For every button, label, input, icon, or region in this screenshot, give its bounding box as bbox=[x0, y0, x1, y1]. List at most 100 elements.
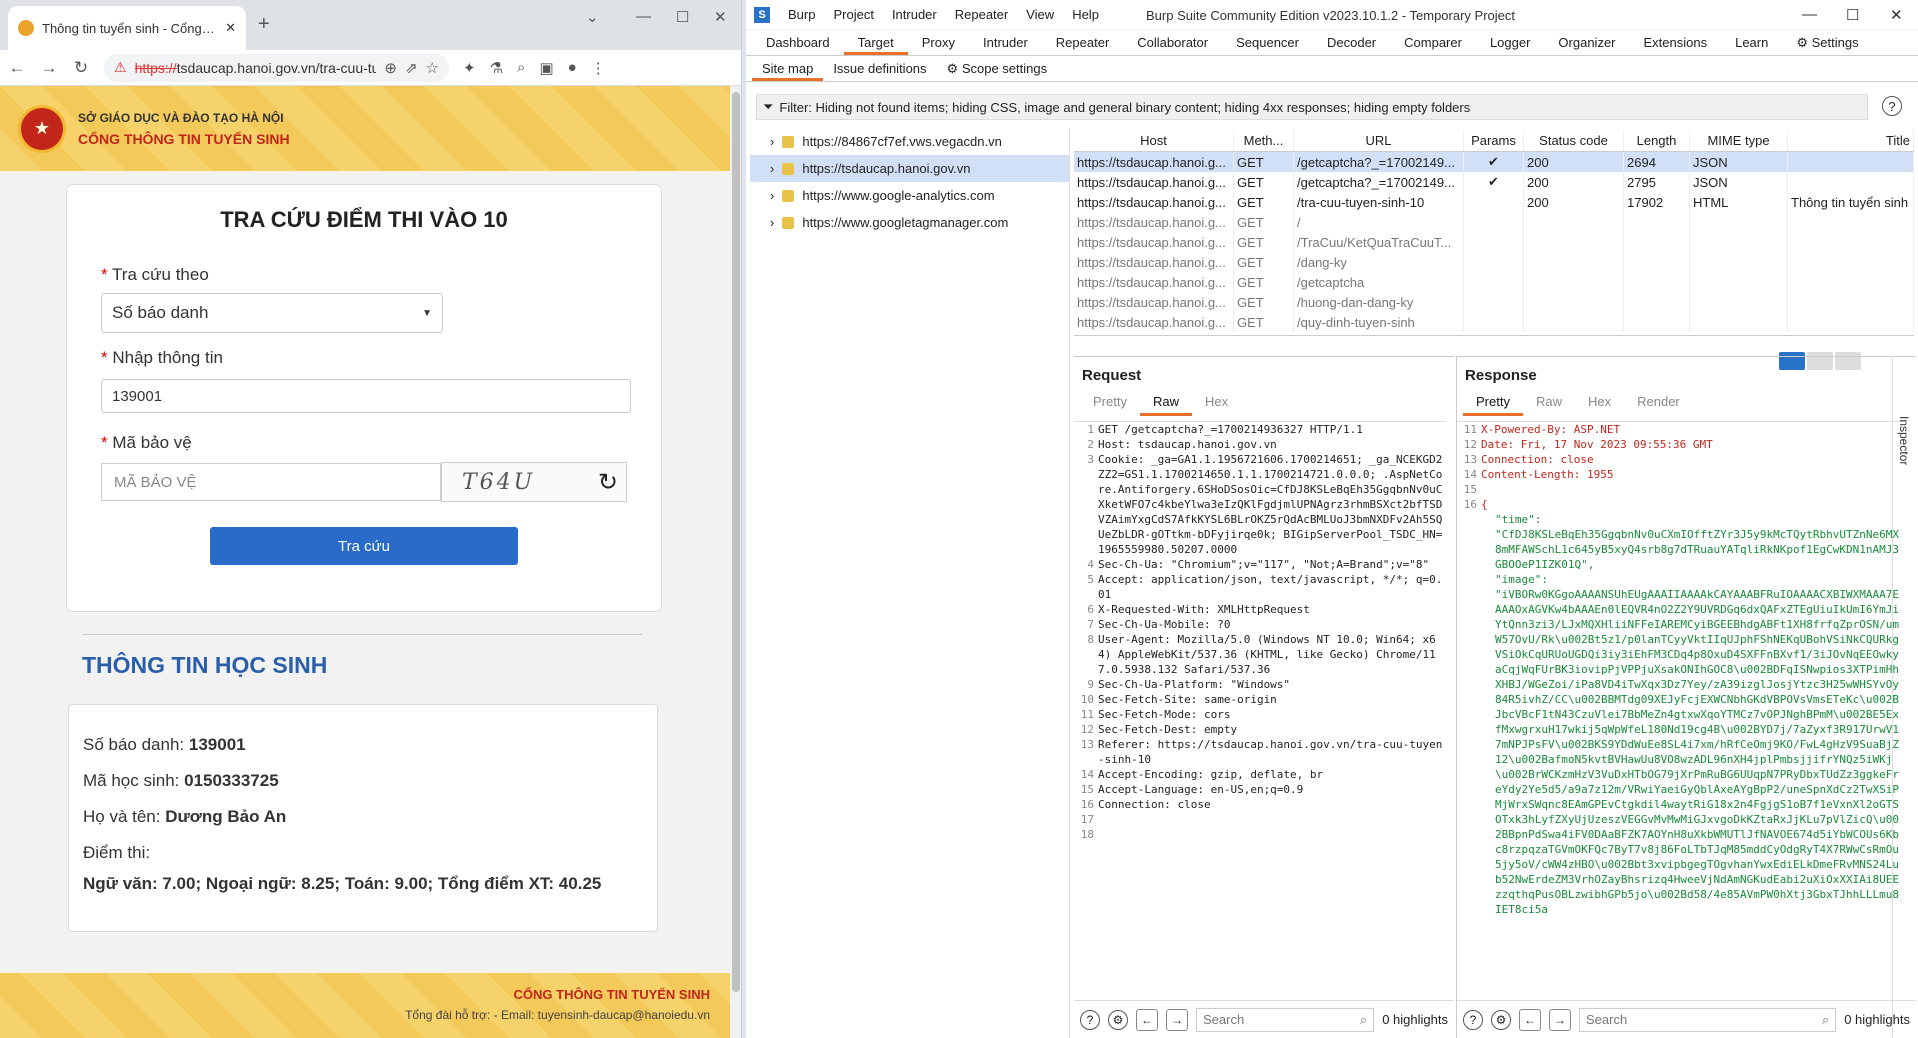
back-icon[interactable]: ← bbox=[8, 58, 26, 78]
back-icon[interactable]: ← bbox=[1519, 1008, 1541, 1031]
zoom-icon[interactable]: ⊕ bbox=[384, 59, 397, 77]
tab-comparer[interactable]: Comparer bbox=[1390, 30, 1476, 55]
tab-raw[interactable]: Raw bbox=[1139, 394, 1192, 416]
address-bar[interactable]: ⚠ https://tsdaucap.hanoi.gov.vn/tra-cuu-… bbox=[104, 53, 449, 82]
not-secure-icon[interactable]: ⚠ bbox=[114, 59, 127, 76]
menu-project[interactable]: Project bbox=[833, 7, 873, 22]
col-method[interactable]: Meth... bbox=[1234, 130, 1294, 151]
tab-extensions[interactable]: Extensions bbox=[1630, 30, 1722, 55]
help-icon[interactable]: ? bbox=[1882, 96, 1902, 116]
tab-raw[interactable]: Raw bbox=[1523, 394, 1575, 416]
tree-item[interactable]: › https://tsdaucap.hanoi.gov.vn bbox=[750, 155, 1069, 182]
menu-help[interactable]: Help bbox=[1072, 7, 1099, 22]
search-input[interactable]: Search ⌕ bbox=[1579, 1007, 1837, 1032]
menu-intruder[interactable]: Intruder bbox=[892, 7, 937, 22]
line-text: Sec-Fetch-Site: same-origin bbox=[1098, 693, 1277, 706]
bookmark-star-icon[interactable]: ☆ bbox=[426, 59, 439, 77]
close-window-icon[interactable]: ✕ bbox=[714, 8, 727, 26]
tree-item[interactable]: › https://www.google-analytics.com bbox=[750, 182, 1069, 209]
tab-sequencer[interactable]: Sequencer bbox=[1222, 30, 1313, 55]
col-host[interactable]: Host bbox=[1074, 130, 1234, 151]
table-row[interactable]: https://tsdaucap.hanoi.g... GET/quy-dinh-… bbox=[1074, 312, 1914, 332]
tab-pretty[interactable]: Pretty bbox=[1080, 394, 1140, 416]
captcha-input[interactable]: MÃ BẢO VỆ bbox=[101, 463, 441, 501]
minimize-icon[interactable]: — bbox=[1802, 6, 1817, 23]
tree-item[interactable]: › https://www.googletagmanager.com bbox=[750, 209, 1069, 236]
table-cell: https://tsdaucap.hanoi.g... bbox=[1074, 292, 1234, 312]
help-icon[interactable]: ? bbox=[1080, 1009, 1100, 1030]
menu-burp[interactable]: Burp bbox=[788, 7, 815, 22]
col-status[interactable]: Status code bbox=[1524, 130, 1624, 151]
back-icon[interactable]: ← bbox=[1136, 1008, 1158, 1031]
lab-icon[interactable]: ⚗ bbox=[490, 59, 503, 77]
request-editor[interactable]: 1 GET /getcaptcha?_=1700214936327 HTTP/1.… bbox=[1074, 421, 1446, 998]
col-url[interactable]: URL bbox=[1294, 130, 1464, 151]
tab-issue-definitions[interactable]: Issue definitions bbox=[823, 56, 936, 81]
forward-icon[interactable]: → bbox=[1166, 1008, 1188, 1031]
tab-site-map[interactable]: Site map bbox=[752, 56, 824, 81]
inspector-sidebar[interactable]: Inspector bbox=[1892, 356, 1918, 1038]
table-row[interactable]: https://tsdaucap.hanoi.g... GET/TraCuu/Ke… bbox=[1074, 232, 1914, 252]
minimize-icon[interactable]: — bbox=[636, 8, 651, 25]
menu-view[interactable]: View bbox=[1026, 7, 1054, 22]
scope-settings-button[interactable]: ⚙ Scope settings bbox=[937, 56, 1058, 81]
forward-icon[interactable]: → bbox=[1549, 1008, 1571, 1031]
share-icon[interactable]: ⇗ bbox=[405, 59, 418, 77]
line-number: 5 bbox=[1087, 573, 1094, 586]
tab-decoder[interactable]: Decoder bbox=[1313, 30, 1390, 55]
tab-repeater[interactable]: Repeater bbox=[1042, 30, 1123, 55]
tab-settings[interactable]: ⚙ Settings bbox=[1782, 30, 1872, 55]
tab-organizer[interactable]: Organizer bbox=[1544, 30, 1629, 55]
tab-dashboard[interactable]: Dashboard bbox=[752, 30, 844, 55]
tab-hex[interactable]: Hex bbox=[1575, 394, 1624, 416]
chevron-down-icon[interactable]: ⌄ bbox=[586, 8, 599, 26]
response-editor[interactable]: 11 X-Powered-By: ASP.NET 12 Date: Fri, 17 N… bbox=[1457, 421, 1904, 998]
lookup-by-select[interactable]: Số báo danh ▼ bbox=[101, 293, 443, 333]
tab-learn[interactable]: Learn bbox=[1721, 30, 1782, 55]
table-row[interactable]: https://tsdaucap.hanoi.g... GET/getcaptch… bbox=[1074, 172, 1914, 192]
close-icon[interactable]: ✕ bbox=[225, 20, 236, 36]
tab-intruder[interactable]: Intruder bbox=[969, 30, 1042, 55]
new-tab-icon[interactable]: + bbox=[258, 13, 270, 36]
tab-render[interactable]: Render bbox=[1624, 394, 1693, 416]
maximize-icon[interactable]: ☐ bbox=[1846, 6, 1859, 24]
search-icon[interactable]: ⌕ bbox=[517, 59, 525, 76]
page-scrollbar[interactable] bbox=[730, 86, 741, 1038]
reload-icon[interactable]: ↻ bbox=[72, 58, 90, 78]
table-cell: / bbox=[1294, 212, 1464, 232]
tab-hex[interactable]: Hex bbox=[1192, 394, 1241, 416]
table-row[interactable]: https://tsdaucap.hanoi.g... GET/tra-cuu-t… bbox=[1074, 192, 1914, 212]
table-row[interactable]: https://tsdaucap.hanoi.g... GET/getcaptch… bbox=[1074, 152, 1914, 172]
filter-bar[interactable]: ⏷ Filter: Hiding not found items; hiding… bbox=[756, 94, 1868, 120]
table-row[interactable]: https://tsdaucap.hanoi.g... GET/huong-dan… bbox=[1074, 292, 1914, 312]
table-row[interactable]: https://tsdaucap.hanoi.g... GET / bbox=[1074, 212, 1914, 232]
forward-icon[interactable]: → bbox=[40, 58, 58, 78]
tab-proxy[interactable]: Proxy bbox=[908, 30, 969, 55]
tab-target[interactable]: Target bbox=[843, 30, 908, 55]
close-window-icon[interactable]: ✕ bbox=[1890, 6, 1903, 24]
extensions-icon[interactable]: ✦ bbox=[463, 59, 476, 77]
submit-button[interactable]: Tra cứu bbox=[210, 527, 518, 565]
col-mime[interactable]: MIME type bbox=[1690, 130, 1788, 151]
tab-pretty[interactable]: Pretty bbox=[1463, 394, 1523, 416]
col-params[interactable]: Params bbox=[1464, 130, 1524, 151]
menu-icon[interactable]: ⋮ bbox=[591, 59, 606, 77]
table-row[interactable]: https://tsdaucap.hanoi.g... GET/getcaptch… bbox=[1074, 272, 1914, 292]
profile-icon[interactable]: ● bbox=[568, 59, 577, 76]
gear-icon[interactable]: ⚙ bbox=[1108, 1009, 1128, 1030]
info-input[interactable]: 139001 bbox=[101, 379, 631, 413]
gear-icon[interactable]: ⚙ bbox=[1491, 1009, 1511, 1030]
col-length[interactable]: Length bbox=[1624, 130, 1690, 151]
table-row[interactable]: https://tsdaucap.hanoi.g... GET/dang-ky bbox=[1074, 252, 1914, 272]
tab-logger[interactable]: Logger bbox=[1476, 30, 1544, 55]
col-title[interactable]: Title bbox=[1788, 130, 1914, 151]
tree-item[interactable]: › https://84867cf7ef.vws.vegacdn.vn bbox=[750, 128, 1069, 155]
maximize-icon[interactable]: ☐ bbox=[676, 8, 689, 26]
browser-tab[interactable]: Thông tin tuyển sinh - Cổng thô ✕ bbox=[8, 6, 246, 50]
refresh-icon[interactable]: ↻ bbox=[598, 468, 618, 497]
side-panel-icon[interactable]: ▣ bbox=[539, 59, 553, 77]
search-input[interactable]: Search ⌕ bbox=[1196, 1007, 1375, 1032]
tab-collaborator[interactable]: Collaborator bbox=[1123, 30, 1222, 55]
menu-repeater[interactable]: Repeater bbox=[955, 7, 1008, 22]
help-icon[interactable]: ? bbox=[1463, 1009, 1483, 1030]
